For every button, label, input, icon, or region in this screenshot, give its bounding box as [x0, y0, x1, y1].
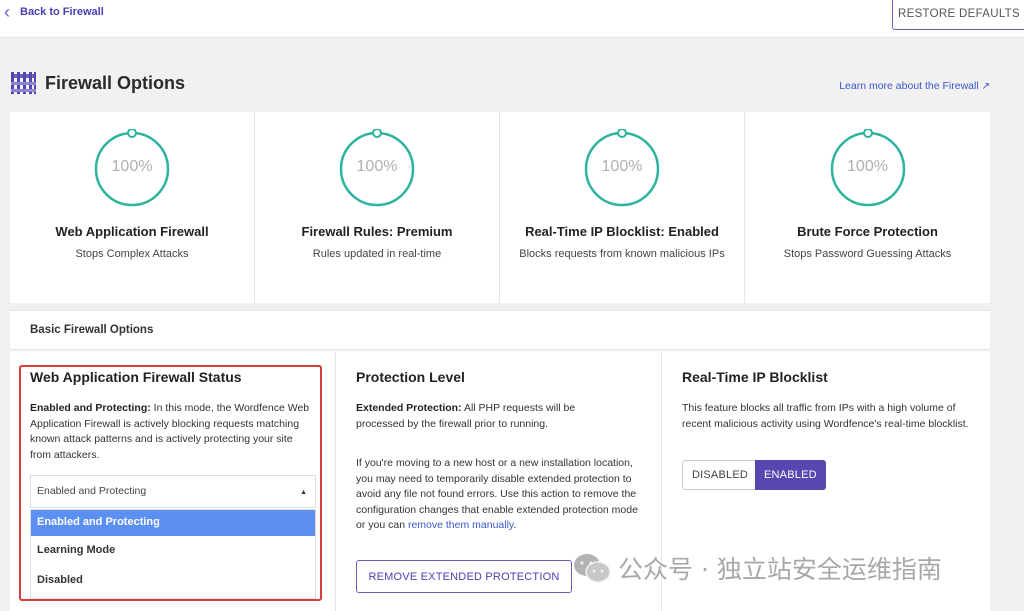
- restore-defaults-button[interactable]: RESTORE DEFAULTS: [892, 0, 1024, 30]
- protection-description: Extended Protection: All PHP requests wi…: [356, 401, 626, 432]
- learn-more-link[interactable]: Learn more about the Firewall ↗: [839, 80, 990, 92]
- progress-percent: 100%: [111, 158, 153, 175]
- top-bar: ‹ Back to Firewall RESTORE DEFAULTS: [0, 0, 1024, 38]
- waf-status-mode: Enabled and Protecting:: [30, 402, 151, 414]
- wechat-icon: [574, 554, 611, 583]
- protection-mode: Extended Protection:: [356, 402, 462, 414]
- progress-percent: 100%: [601, 158, 643, 175]
- protection-note: If you're moving to a new host or a new …: [356, 456, 638, 534]
- card-subtitle: Rules updated in real-time: [312, 248, 442, 260]
- waf-status-select[interactable]: Enabled and Protecting ▲: [30, 475, 316, 508]
- waf-status-description: Enabled and Protecting: In this mode, th…: [30, 401, 316, 463]
- ip-blocklist-toggle: DISABLED ENABLED: [682, 460, 826, 490]
- option-learning-mode[interactable]: Learning Mode: [31, 536, 315, 566]
- waf-status-dropdown: Enabled and Protecting Learning Mode Dis…: [30, 509, 316, 599]
- section-title: Basic Firewall Options: [30, 324, 154, 336]
- card-title: Web Application Firewall: [55, 224, 209, 239]
- back-label: Back to Firewall: [20, 6, 104, 18]
- watermark-text: 公众号 · 独立站安全运维指南: [618, 555, 942, 584]
- option-enabled-protecting[interactable]: Enabled and Protecting: [31, 510, 315, 536]
- toggle-enabled[interactable]: ENABLED: [755, 460, 826, 490]
- remove-extended-protection-button[interactable]: REMOVE EXTENDED PROTECTION: [356, 560, 572, 593]
- card-subtitle: Stops Password Guessing Attacks: [783, 248, 952, 260]
- remove-manually-link[interactable]: remove them manually: [408, 519, 513, 531]
- card-brute-force: 100% Brute Force Protection Stops Passwo…: [745, 112, 990, 303]
- chevron-left-icon: ‹: [4, 2, 10, 22]
- protection-note-end: .: [513, 519, 517, 531]
- card-title: Real-Time IP Blocklist: Enabled: [525, 224, 719, 239]
- card-waf: 100% Web Application Firewall Stops Comp…: [10, 112, 255, 303]
- card-subtitle: Blocks requests from known malicious IPs: [519, 248, 725, 260]
- caret-up-icon: ▲: [300, 489, 307, 496]
- card-title: Firewall Rules: Premium: [301, 224, 453, 239]
- card-subtitle: Stops Complex Attacks: [75, 248, 189, 260]
- learn-more-label: Learn more about the Firewall: [839, 80, 979, 92]
- page-title: Firewall Options: [10, 72, 185, 94]
- progress-percent: 100%: [847, 158, 888, 175]
- status-cards: 100% Web Application Firewall Stops Comp…: [10, 112, 990, 303]
- waf-status-section: Web Application Firewall Status Enabled …: [10, 351, 336, 611]
- ip-blocklist-title: Real-Time IP Blocklist: [682, 369, 828, 385]
- progress-percent: 100%: [356, 158, 398, 175]
- select-value: Enabled and Protecting: [37, 485, 147, 497]
- waf-status-title: Web Application Firewall Status: [30, 369, 242, 385]
- card-firewall-rules: 100% Firewall Rules: Premium Rules updat…: [255, 112, 500, 303]
- firewall-icon: [11, 72, 36, 94]
- watermark: 公众号 · 独立站安全运维指南: [572, 550, 942, 586]
- back-to-firewall-link[interactable]: ‹ Back to Firewall: [4, 2, 104, 22]
- protection-level-title: Protection Level: [356, 369, 465, 385]
- option-disabled[interactable]: Disabled: [31, 566, 315, 598]
- page-title-text: Firewall Options: [45, 72, 186, 93]
- card-ip-blocklist: 100% Real-Time IP Blocklist: Enabled Blo…: [500, 112, 745, 303]
- ip-blocklist-description: This feature blocks all traffic from IPs…: [682, 402, 969, 430]
- card-title: Brute Force Protection: [797, 224, 938, 239]
- external-link-icon: ↗: [981, 81, 990, 92]
- basic-options-header: Basic Firewall Options: [10, 310, 990, 350]
- toggle-disabled[interactable]: DISABLED: [682, 460, 755, 490]
